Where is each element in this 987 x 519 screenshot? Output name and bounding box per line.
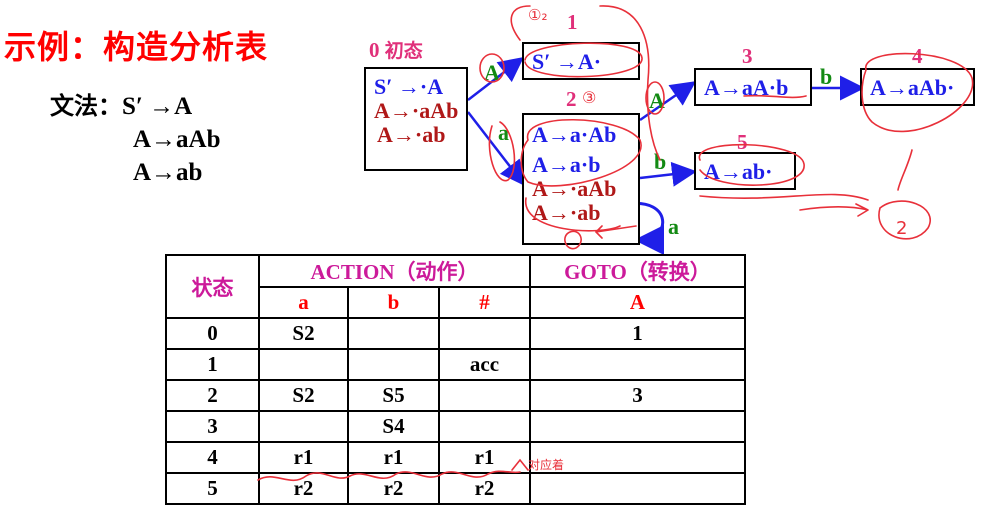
ink-arrow-lines — [699, 193, 869, 217]
ink-mark-2: 2 — [896, 218, 907, 239]
ink-mark-0 — [564, 230, 582, 250]
ink-circle-state-1 — [524, 42, 643, 78]
ink-circle-edge-a — [488, 121, 516, 182]
ink-mark-top: ①₂ — [528, 6, 547, 24]
ink-check-down — [897, 149, 913, 191]
ink-circle-state-5 — [698, 143, 805, 186]
ink-circle-edge-A2 — [645, 81, 665, 115]
table-note: 对应着 — [528, 458, 565, 472]
ink-circle-edge-A — [479, 53, 505, 83]
ink-circle-state-4 — [861, 52, 974, 133]
ink-underline-state-3 — [743, 94, 807, 99]
ink-wavy-row-4 — [257, 470, 521, 482]
ink-arrow-note — [511, 458, 529, 471]
handwriting-overlay: ①₂ ③ 2 — [257, 5, 974, 482]
ink-mark-3: ③ — [582, 88, 596, 107]
ink-circle-state-2-items — [520, 119, 642, 187]
ink-circle-state-2-lower — [525, 197, 621, 232]
